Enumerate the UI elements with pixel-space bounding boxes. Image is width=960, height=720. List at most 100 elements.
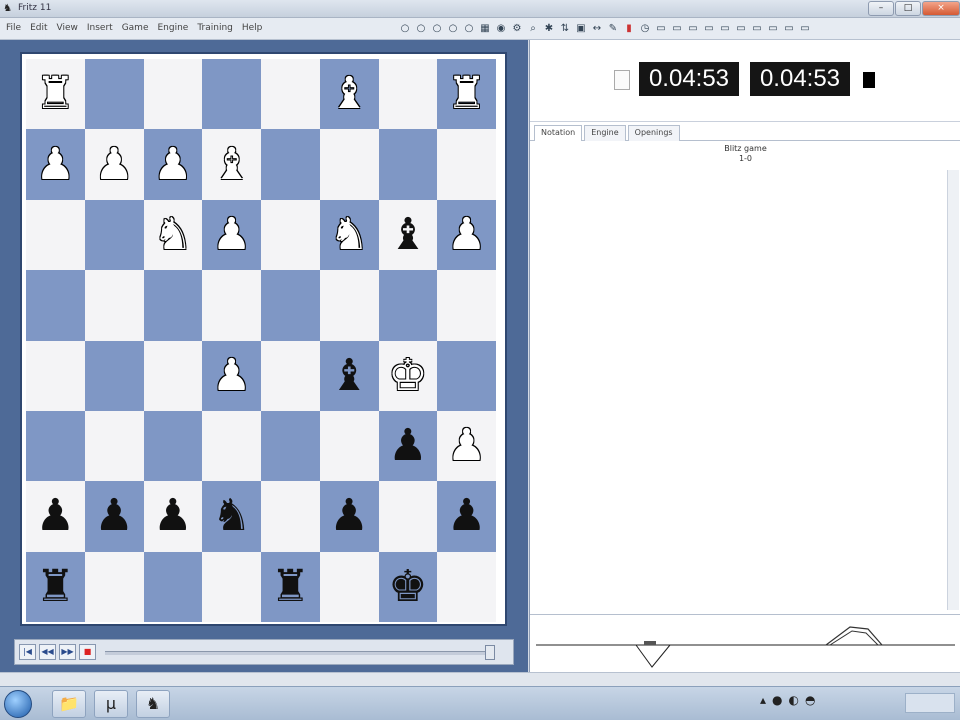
network-icon[interactable]: ▴ <box>760 693 766 707</box>
black-pawn-piece[interactable]: ♟ <box>153 494 192 538</box>
white-knight-piece[interactable]: ♞ <box>329 212 368 257</box>
chess-board[interactable]: ♜ ♝ ♜ ♟ ♟ ♟ ♝ ♞ ♟ ♞ ♝ ♟ ♟ ♝ ♚ ♟ ♟ ♟ ♟ ♟ ♞ ♟ ♟ ♜ ♜ ♚ <box>26 59 496 622</box>
black-pawn-piece[interactable]: ♟ <box>329 494 368 538</box>
board-square[interactable] <box>319 551 379 622</box>
board-square[interactable] <box>378 59 438 130</box>
board-square[interactable]: ♟ <box>84 481 144 552</box>
notation-text[interactable] <box>534 170 944 610</box>
settings-icon[interactable]: ✱ <box>542 21 556 36</box>
board-square[interactable] <box>261 410 320 482</box>
black-pawn-piece[interactable]: ♟ <box>94 494 133 538</box>
menu-item-edit[interactable]: Edit <box>30 23 47 33</box>
white-pawn-piece[interactable]: ♟ <box>212 353 251 398</box>
board-square[interactable] <box>84 410 144 482</box>
board-square[interactable] <box>261 129 320 200</box>
white-pawn-piece[interactable]: ♟ <box>447 212 486 257</box>
board-square[interactable] <box>26 199 85 271</box>
black-pawn-piece[interactable]: ♟ <box>388 424 427 468</box>
board-square[interactable]: ♟ <box>437 199 496 271</box>
board-square[interactable] <box>143 59 203 130</box>
board-square[interactable] <box>202 551 261 622</box>
window-icon[interactable]: ▭ <box>750 21 764 36</box>
search-icon[interactable]: ⌕ <box>526 21 540 36</box>
board-square[interactable] <box>84 270 144 341</box>
black-pawn-piece[interactable]: ♟ <box>447 494 486 538</box>
board-square[interactable] <box>261 59 320 130</box>
start-button[interactable] <box>4 690 32 718</box>
minimize-button[interactable]: – <box>868 1 894 16</box>
board-square[interactable] <box>261 270 320 341</box>
stop-button[interactable]: ■ <box>79 644 96 660</box>
board-square[interactable] <box>261 199 320 271</box>
board-square[interactable] <box>319 270 379 341</box>
board-square[interactable] <box>261 340 320 411</box>
volume-icon[interactable]: ● <box>772 693 782 707</box>
board-square[interactable] <box>319 129 379 200</box>
tab-engine[interactable]: Engine <box>584 125 626 141</box>
white-bishop-piece[interactable]: ♝ <box>212 142 251 187</box>
board-square[interactable]: ♟ <box>26 481 85 552</box>
board-square[interactable] <box>84 551 144 622</box>
board-square[interactable] <box>437 551 496 622</box>
white-pawn-piece[interactable]: ♟ <box>153 142 192 187</box>
board-square[interactable]: ♜ <box>26 59 85 130</box>
board-square[interactable] <box>143 410 203 482</box>
board-square[interactable] <box>202 410 261 482</box>
window-icon[interactable]: ▭ <box>782 21 796 36</box>
grid-icon[interactable]: ▦ <box>478 21 492 36</box>
black-rook-piece[interactable]: ♜ <box>36 564 75 609</box>
white-king-piece[interactable]: ♚ <box>388 353 427 398</box>
board-square[interactable] <box>261 481 320 552</box>
board-square[interactable]: ♟ <box>202 340 261 411</box>
black-bishop-piece[interactable]: ♝ <box>388 212 427 257</box>
menu-item-help[interactable]: Help <box>242 23 263 33</box>
window-icon[interactable]: ▭ <box>766 21 780 36</box>
board-square[interactable] <box>84 59 144 130</box>
white-bishop-piece[interactable]: ♝ <box>329 72 368 116</box>
board-square[interactable]: ♜ <box>437 59 496 130</box>
board-square[interactable] <box>378 270 438 341</box>
white-pawn-piece[interactable]: ♟ <box>447 424 486 468</box>
board-square[interactable]: ♟ <box>378 410 438 482</box>
menu-item-engine[interactable]: Engine <box>157 23 188 33</box>
board-square[interactable]: ♜ <box>261 551 320 622</box>
black-rook-piece[interactable]: ♜ <box>271 564 310 609</box>
tab-openings[interactable]: Openings <box>627 125 680 141</box>
board-square[interactable]: ♟ <box>202 199 261 271</box>
menu-item-file[interactable]: File <box>6 23 21 33</box>
black-knight-piece[interactable]: ♞ <box>212 494 251 538</box>
white-knight-piece[interactable]: ♞ <box>153 212 192 257</box>
power-icon[interactable]: ◓ <box>805 693 815 707</box>
board-square[interactable]: ♞ <box>202 481 261 552</box>
board-square[interactable]: ♚ <box>378 340 438 411</box>
white-rook-piece[interactable]: ♜ <box>36 72 75 116</box>
circle-icon[interactable]: ○ <box>398 21 412 36</box>
red-icon[interactable]: ▮ <box>622 21 636 36</box>
window-icon[interactable]: ▭ <box>702 21 716 36</box>
white-pawn-piece[interactable]: ♟ <box>212 212 251 257</box>
board-square[interactable] <box>26 410 85 482</box>
black-pawn-piece[interactable]: ♟ <box>36 494 75 538</box>
window-icon[interactable]: ▭ <box>686 21 700 36</box>
white-rook-piece[interactable]: ♜ <box>447 72 486 116</box>
board-square[interactable] <box>202 59 261 130</box>
black-bishop-piece[interactable]: ♝ <box>329 353 368 398</box>
window-icon[interactable]: ▭ <box>718 21 732 36</box>
board-icon[interactable]: ▣ <box>574 21 588 36</box>
board-square[interactable]: ♝ <box>319 340 379 411</box>
white-pawn-piece[interactable]: ♟ <box>94 142 133 187</box>
board-square[interactable]: ♟ <box>437 481 496 552</box>
next-move-button[interactable]: ▶▶ <box>59 644 76 660</box>
board-square[interactable] <box>26 270 85 341</box>
window-icon[interactable]: ▭ <box>798 21 812 36</box>
board-square[interactable]: ♟ <box>143 129 203 200</box>
first-move-button[interactable]: |◀ <box>19 644 36 660</box>
board-square[interactable]: ♝ <box>202 129 261 200</box>
board-square[interactable] <box>378 481 438 552</box>
board-square[interactable] <box>378 129 438 200</box>
board-square[interactable] <box>143 270 203 341</box>
flip-icon[interactable]: ⇅ <box>558 21 572 36</box>
board-square[interactable]: ♜ <box>26 551 85 622</box>
board-square[interactable]: ♟ <box>437 410 496 482</box>
board-square[interactable]: ♟ <box>26 129 85 200</box>
